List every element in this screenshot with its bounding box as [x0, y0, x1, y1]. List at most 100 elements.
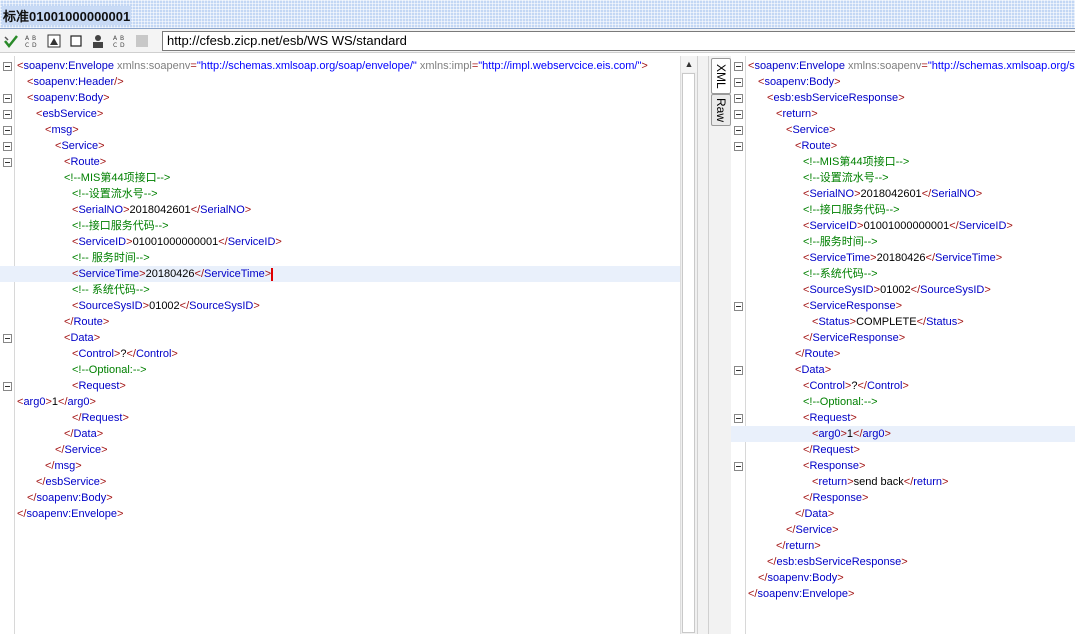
code-line[interactable]: </Service>: [0, 442, 680, 458]
collapse-toggle-icon[interactable]: [734, 302, 743, 311]
code-line[interactable]: <ServiceTime>20180426</ServiceTime>: [731, 250, 1075, 266]
code-line[interactable]: <!--Optional:-->: [731, 394, 1075, 410]
code-line[interactable]: <return>send back</return>: [731, 474, 1075, 490]
token: </: [58, 396, 68, 408]
code-line[interactable]: <SourceSysID>01002</SourceSysID>: [0, 298, 680, 314]
code-line[interactable]: <arg0>1</arg0>: [731, 426, 1075, 442]
code-line[interactable]: <soapenv:Body>: [0, 90, 680, 106]
collapse-toggle-icon[interactable]: [734, 142, 743, 151]
code-line[interactable]: </Data>: [731, 506, 1075, 522]
code-line[interactable]: <Status>COMPLETE</Status>: [731, 314, 1075, 330]
collapse-toggle-icon[interactable]: [734, 78, 743, 87]
code-line[interactable]: <!--接口服务代码-->: [0, 218, 680, 234]
code-line[interactable]: <soapenv:Body>: [731, 74, 1075, 90]
token: >: [275, 236, 282, 248]
tab-raw[interactable]: Raw: [711, 94, 731, 126]
code-line[interactable]: </soapenv:Envelope>: [731, 586, 1075, 602]
scroll-up-arrow-icon[interactable]: ▲: [681, 56, 697, 72]
collapse-toggle-icon[interactable]: [3, 94, 12, 103]
collapse-toggle-icon[interactable]: [734, 126, 743, 135]
code-line[interactable]: </msg>: [0, 458, 680, 474]
code-line[interactable]: <Service>: [0, 138, 680, 154]
collapse-toggle-icon[interactable]: [734, 62, 743, 71]
token: SerialNO: [200, 204, 245, 216]
code-line[interactable]: <!--设置流水号-->: [731, 170, 1075, 186]
collapse-toggle-icon[interactable]: [3, 110, 12, 119]
code-line[interactable]: <!--接口服务代码-->: [731, 202, 1075, 218]
code-line[interactable]: </Service>: [731, 522, 1075, 538]
code-line[interactable]: </return>: [731, 538, 1075, 554]
tab-xml[interactable]: XML: [711, 58, 731, 94]
collapse-toggle-icon[interactable]: [734, 462, 743, 471]
code-line[interactable]: <ServiceID>01001000000001</ServiceID>: [731, 218, 1075, 234]
code-line[interactable]: <!--系统代码-->: [731, 266, 1075, 282]
collapse-toggle-icon[interactable]: [3, 142, 12, 151]
request-vertical-scrollbar[interactable]: ▲: [680, 56, 697, 634]
collapse-toggle-icon[interactable]: [734, 94, 743, 103]
collapse-toggle-icon[interactable]: [734, 366, 743, 375]
request-editor[interactable]: <soapenv:Envelope xmlns:soapenv="http://…: [0, 56, 680, 634]
code-line[interactable]: <!--MIS第44项接口-->: [731, 154, 1075, 170]
collapse-toggle-icon[interactable]: [3, 334, 12, 343]
code-line[interactable]: </Request>: [731, 442, 1075, 458]
code-line[interactable]: </esbService>: [0, 474, 680, 490]
code-line[interactable]: <SourceSysID>01002</SourceSysID>: [731, 282, 1075, 298]
code-line[interactable]: <Service>: [731, 122, 1075, 138]
collapse-toggle-icon[interactable]: [3, 62, 12, 71]
collapse-toggle-icon[interactable]: [734, 110, 743, 119]
code-line[interactable]: <!--MIS第44项接口-->: [0, 170, 680, 186]
run-check-icon[interactable]: [3, 33, 19, 49]
code-line[interactable]: <!--Optional:-->: [0, 362, 680, 378]
code-line[interactable]: </Data>: [0, 426, 680, 442]
code-line[interactable]: <ServiceID>01001000000001</ServiceID>: [0, 234, 680, 250]
code-line[interactable]: <msg>: [0, 122, 680, 138]
collapse-toggle-icon[interactable]: [3, 382, 12, 391]
code-line[interactable]: <Control>?</Control>: [731, 378, 1075, 394]
code-line[interactable]: <return>: [731, 106, 1075, 122]
code-line[interactable]: <!--服务时间-->: [731, 234, 1075, 250]
code-line[interactable]: <soapenv:Header/>: [0, 74, 680, 90]
url-input[interactable]: http://cfesb.zicp.net/esb/WS WS/standard: [162, 31, 1075, 51]
code-line[interactable]: <Data>: [0, 330, 680, 346]
code-line[interactable]: </soapenv:Body>: [731, 570, 1075, 586]
code-line[interactable]: <SerialNO>2018042601</SerialNO>: [731, 186, 1075, 202]
code-line[interactable]: <soapenv:Envelope xmlns:soapenv="http://…: [731, 58, 1075, 74]
code-line[interactable]: </Response>: [731, 490, 1075, 506]
scrollbar-thumb[interactable]: [682, 73, 695, 633]
code-line[interactable]: <ServiceTime>20180426</ServiceTime>: [0, 266, 680, 282]
code-line[interactable]: </Request>: [0, 410, 680, 426]
code-line[interactable]: <arg0>1</arg0>: [0, 394, 680, 410]
code-line[interactable]: <!-- 服务时间-->: [0, 250, 680, 266]
collapse-toggle-icon[interactable]: [3, 126, 12, 135]
pane-splitter[interactable]: [697, 56, 709, 634]
response-viewer[interactable]: <soapenv:Envelope xmlns:soapenv="http://…: [731, 56, 1075, 634]
code-line[interactable]: </soapenv:Envelope>: [0, 506, 680, 522]
image-icon[interactable]: [46, 33, 62, 49]
format-xml-icon[interactable]: ABCD: [24, 33, 40, 49]
code-line[interactable]: <Route>: [731, 138, 1075, 154]
code-line[interactable]: </Route>: [731, 346, 1075, 362]
collapse-toggle-icon[interactable]: [734, 414, 743, 423]
collapse-toggle-icon[interactable]: [3, 158, 12, 167]
code-line[interactable]: <Request>: [0, 378, 680, 394]
code-line[interactable]: <!--设置流水号-->: [0, 186, 680, 202]
code-line[interactable]: <ServiceResponse>: [731, 298, 1075, 314]
code-line[interactable]: <Control>?</Control>: [0, 346, 680, 362]
user-icon[interactable]: [90, 33, 106, 49]
code-line[interactable]: <esbService>: [0, 106, 680, 122]
code-line[interactable]: <Request>: [731, 410, 1075, 426]
code-line[interactable]: <esb:esbServiceResponse>: [731, 90, 1075, 106]
format-xml-2-icon[interactable]: ABCD: [112, 33, 128, 49]
code-line[interactable]: </soapenv:Body>: [0, 490, 680, 506]
code-line[interactable]: <!-- 系统代码-->: [0, 282, 680, 298]
code-line[interactable]: </Route>: [0, 314, 680, 330]
code-line[interactable]: </ServiceResponse>: [731, 330, 1075, 346]
code-line[interactable]: </esb:esbServiceResponse>: [731, 554, 1075, 570]
code-line[interactable]: <Response>: [731, 458, 1075, 474]
code-line[interactable]: <Route>: [0, 154, 680, 170]
code-line[interactable]: <Data>: [731, 362, 1075, 378]
code-line[interactable]: <SerialNO>2018042601</SerialNO>: [0, 202, 680, 218]
stop-icon[interactable]: [68, 33, 84, 49]
token: <!--设置流水号-->: [803, 172, 889, 184]
code-line[interactable]: <soapenv:Envelope xmlns:soapenv="http://…: [0, 58, 680, 74]
